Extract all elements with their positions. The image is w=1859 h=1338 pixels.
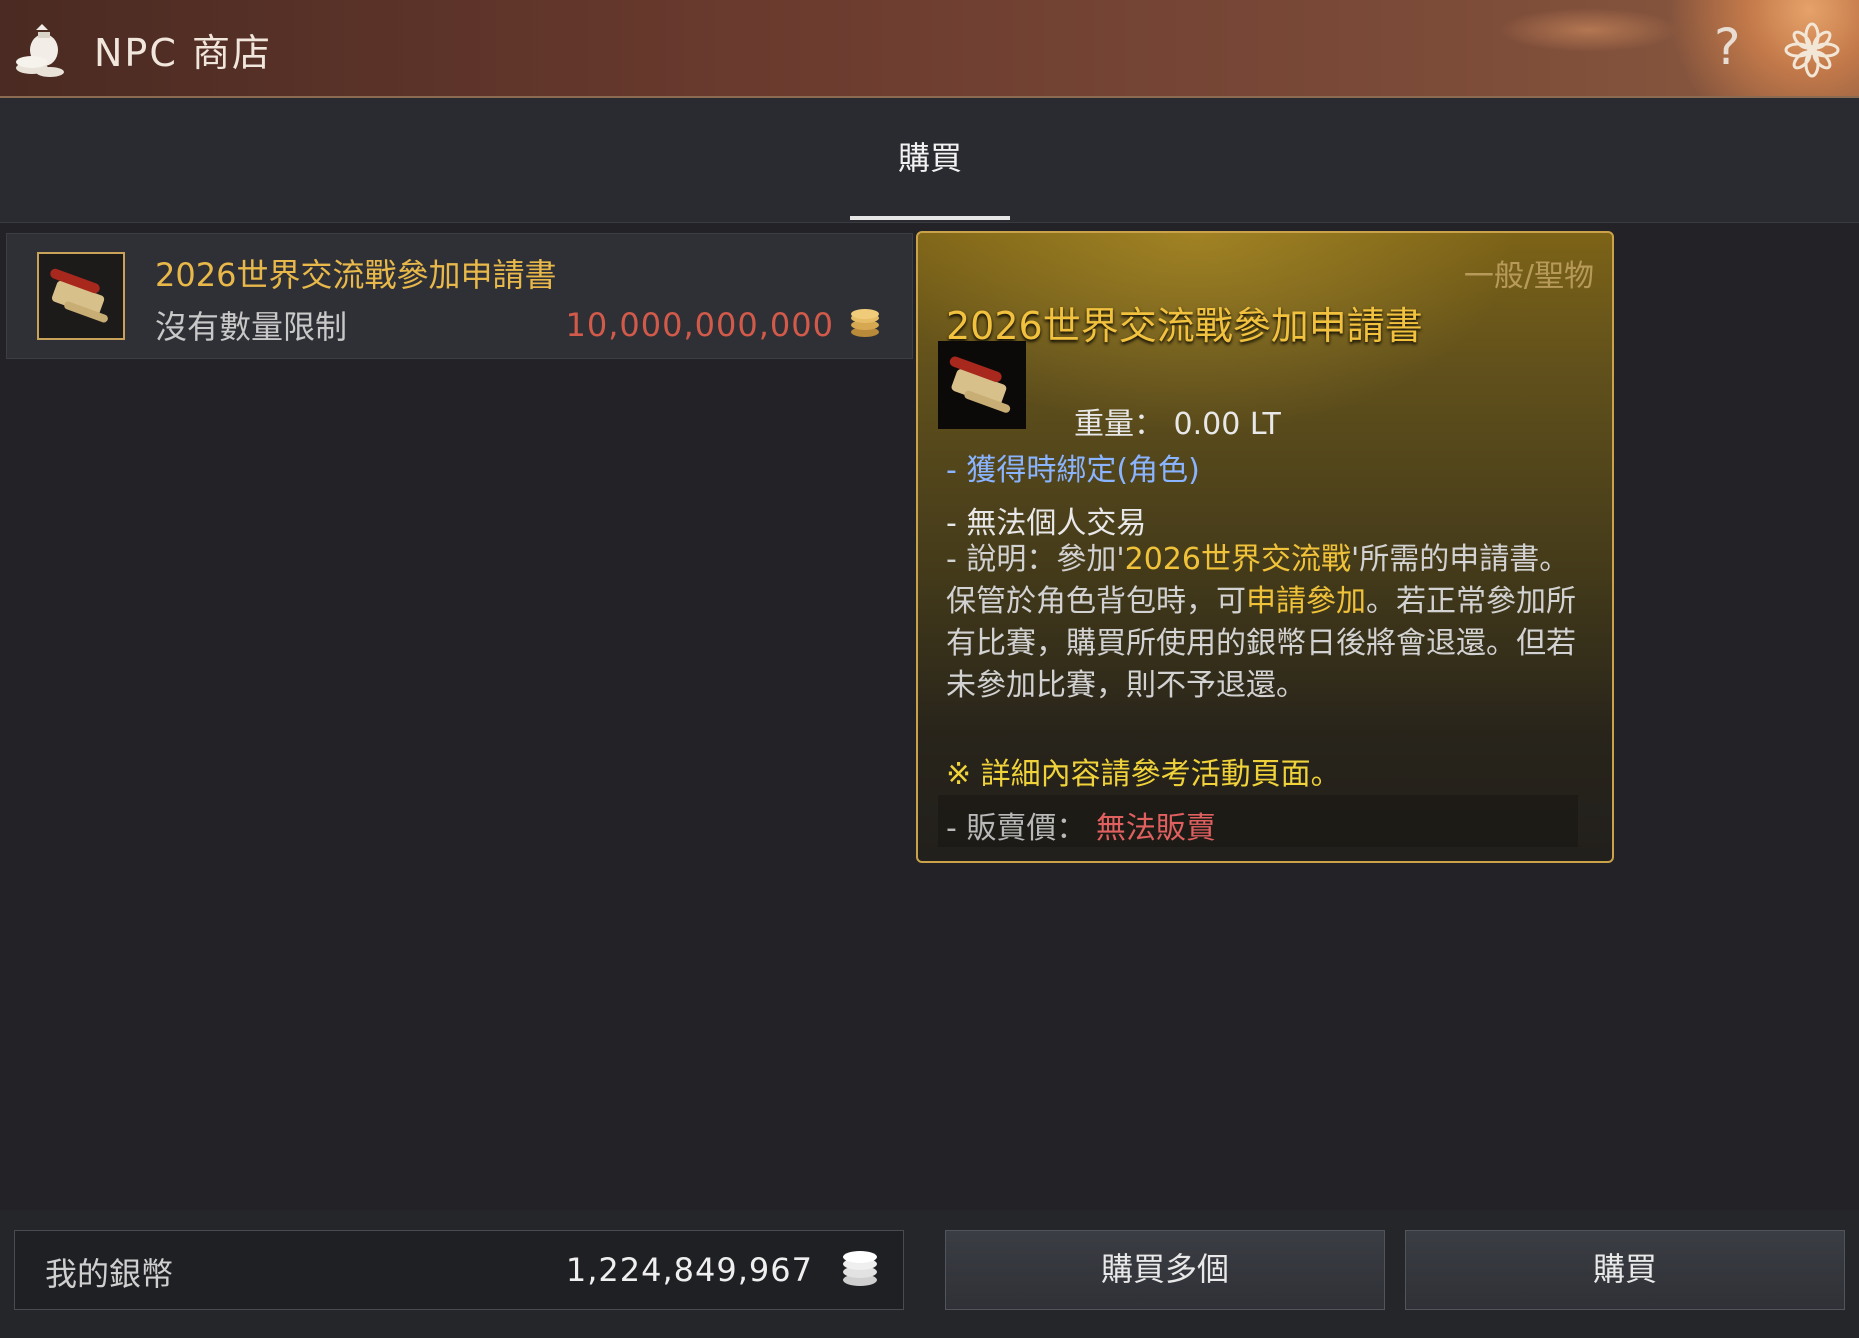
scroll-icon bbox=[949, 356, 1011, 413]
item-price: 10,000,000,000 bbox=[565, 306, 834, 344]
window-title: NPC 商店 bbox=[94, 31, 272, 75]
wallet-box: 我的銀幣 1,224,849,967 bbox=[14, 1230, 904, 1310]
buy-multiple-button[interactable]: 購買多個 bbox=[945, 1230, 1385, 1310]
tooltip-note: ※ 詳細內容請參考活動頁面。 bbox=[946, 757, 1341, 792]
buy-button[interactable]: 購買 bbox=[1405, 1230, 1845, 1310]
cloud-decoration bbox=[1339, 0, 1859, 96]
desc-highlight-apply: 申請參加 bbox=[1246, 584, 1366, 619]
silver-coin-icon bbox=[851, 309, 879, 337]
wallet-amount: 1,224,849,967 bbox=[565, 1251, 813, 1289]
bottom-bar: 我的銀幣 1,224,849,967 購買多個 購買 bbox=[0, 1210, 1859, 1338]
wallet-label: 我的銀幣 bbox=[45, 1255, 174, 1293]
tooltip-description: - 說明：參加'2026世界交流戰'所需的申請書。保管於角色背包時，可申請參加。… bbox=[946, 539, 1596, 707]
tooltip-item-icon bbox=[938, 341, 1026, 429]
tooltip-bind-info: - 獲得時綁定(角色) bbox=[946, 453, 1200, 488]
sell-price-label: - 販賣價： bbox=[946, 811, 1087, 846]
title-bar: NPC 商店 ? bbox=[0, 0, 1859, 98]
money-bag-icon bbox=[16, 24, 64, 77]
item-slot bbox=[37, 252, 125, 340]
desc-prefix: - 說明：參加' bbox=[946, 542, 1125, 577]
shop-item-row[interactable]: 2026世界交流戰參加申請書 沒有數量限制 10,000,000,000 bbox=[6, 233, 913, 359]
tab-active-indicator bbox=[850, 216, 1010, 220]
settings-flower-icon[interactable] bbox=[1784, 22, 1840, 78]
tooltip-trade-info: - 無法個人交易 bbox=[946, 506, 1147, 541]
desc-highlight-event: 2026世界交流戰 bbox=[1124, 542, 1351, 577]
help-icon[interactable]: ? bbox=[1714, 18, 1741, 76]
tooltip-sell-price: - 販賣價： 無法販賣 bbox=[946, 803, 1216, 847]
tooltip-weight: 重量： 0.00 LT bbox=[1074, 407, 1281, 442]
tab-bar: 購買 bbox=[0, 98, 1859, 223]
sell-price-value: 無法販賣 bbox=[1095, 811, 1216, 846]
item-name: 2026世界交流戰參加申請書 bbox=[155, 256, 557, 294]
tab-buy[interactable]: 購買 bbox=[850, 98, 1010, 220]
item-tooltip: 一般/聖物 2026世界交流戰參加申請書 重量： 0.00 LT - 獲得時綁定… bbox=[916, 231, 1614, 863]
silver-coin-icon bbox=[843, 1251, 877, 1286]
item-quantity-limit: 沒有數量限制 bbox=[155, 308, 348, 346]
scroll-icon bbox=[50, 268, 108, 323]
tooltip-category: 一般/聖物 bbox=[1463, 259, 1594, 294]
